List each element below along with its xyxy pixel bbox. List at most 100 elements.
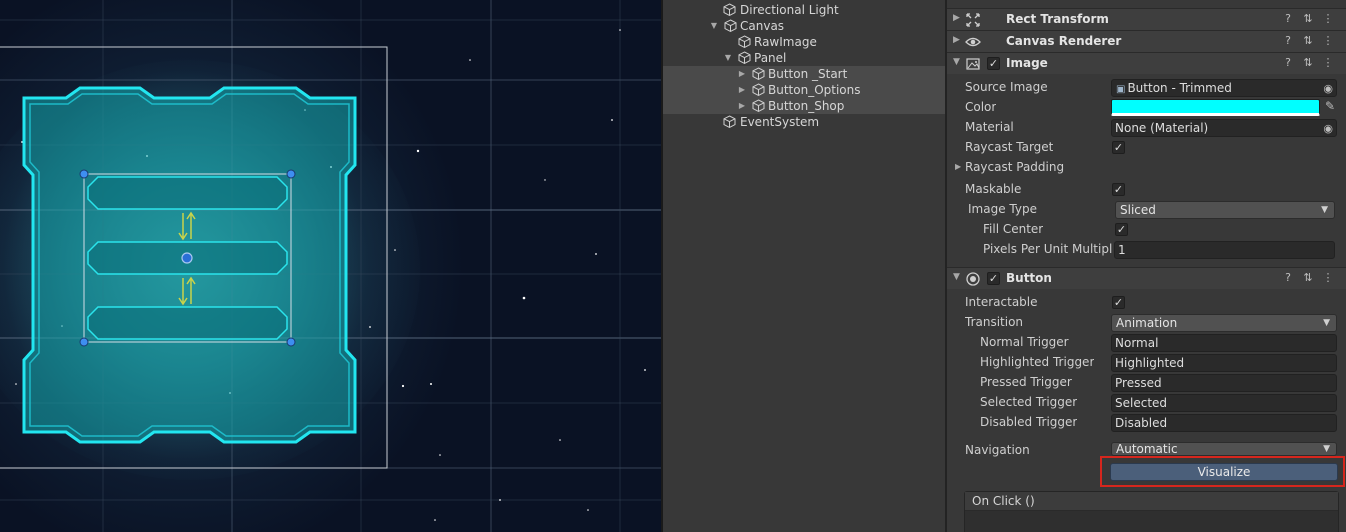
gameobject-cube-icon: [724, 19, 737, 32]
color-swatch[interactable]: [1111, 99, 1320, 116]
highlighted-trigger-input[interactable]: Highlighted: [1111, 354, 1337, 372]
collapse-arrow-icon[interactable]: ▶: [953, 35, 960, 45]
prop-label: Raycast Padding: [965, 160, 1065, 174]
prop-label: Selected Trigger: [980, 395, 1078, 409]
hierarchy-item-rawimage[interactable]: RawImage: [663, 34, 945, 50]
material-field[interactable]: None (Material) ◉: [1111, 119, 1337, 137]
object-picker-icon[interactable]: ◉: [1323, 81, 1333, 96]
collapse-arrow-icon[interactable]: ▶: [953, 13, 960, 23]
normal-trigger-input[interactable]: Normal: [1111, 334, 1337, 352]
prop-highlighted-trigger: Highlighted Trigger Highlighted: [947, 353, 1346, 373]
inspector-panel[interactable]: ▶ Rect Transform ? ⇅ ⋮ ▶ Canvas Renderer ?…: [947, 0, 1346, 532]
expand-arrow-icon[interactable]: ▼: [953, 272, 960, 282]
hierarchy-item-directional-light[interactable]: Directional Light: [663, 2, 945, 18]
on-click-event-list[interactable]: On Click (): [964, 491, 1339, 532]
gameobject-cube-icon: [752, 67, 765, 80]
hierarchy-item-panel[interactable]: ▼ Panel: [663, 50, 945, 66]
hierarchy-item-label: Canvas: [740, 19, 785, 33]
scene-canvas[interactable]: [0, 0, 661, 532]
raycast-target-checkbox[interactable]: ✓: [1112, 141, 1125, 154]
prop-raycast-target: Raycast Target ✓: [947, 138, 1346, 158]
scene-view[interactable]: [0, 0, 661, 532]
collapse-arrow-icon[interactable]: ▶: [955, 162, 961, 171]
component-header-canvas-renderer[interactable]: ▶ Canvas Renderer ? ⇅ ⋮: [947, 30, 1346, 52]
presets-icon[interactable]: ⇅: [1298, 56, 1318, 69]
hierarchy-item-label: Directional Light: [740, 3, 839, 17]
gameobject-cube-icon: [738, 35, 751, 48]
prop-fill-center: Fill Center ✓: [947, 220, 1346, 240]
transition-dropdown[interactable]: Animation ▼: [1111, 314, 1337, 332]
presets-icon[interactable]: ⇅: [1298, 12, 1318, 25]
hierarchy-item-label: Button_Shop: [768, 99, 845, 113]
kebab-menu-icon[interactable]: ⋮: [1318, 56, 1338, 69]
prop-label: Image Type: [968, 202, 1037, 216]
component-header-icons[interactable]: ? ⇅ ⋮: [1278, 12, 1338, 25]
expand-arrow-icon[interactable]: ▼: [709, 18, 719, 34]
collapse-arrow-icon[interactable]: ▶: [737, 98, 747, 114]
gameobject-cube-icon: [752, 83, 765, 96]
component-header-rect-transform[interactable]: ▶ Rect Transform ? ⇅ ⋮: [947, 8, 1346, 30]
gameobject-cube-icon: [738, 51, 751, 64]
hierarchy-item-button-start[interactable]: ▶ Button _Start: [663, 66, 945, 82]
collapse-arrow-icon[interactable]: ▶: [737, 82, 747, 98]
maskable-checkbox[interactable]: ✓: [1112, 183, 1125, 196]
image-enabled-checkbox[interactable]: ✓: [987, 57, 1000, 70]
pressed-trigger-input[interactable]: Pressed: [1111, 374, 1337, 392]
prop-source-image: Source Image ▣ Button - Trimmed ◉: [947, 78, 1346, 98]
component-header-image[interactable]: ▼ ✓ Image ? ⇅ ⋮: [947, 52, 1346, 74]
component-header-button[interactable]: ▼ ✓ Button ? ⇅ ⋮: [947, 267, 1346, 289]
on-click-header: On Click (): [965, 492, 1338, 511]
prop-selected-trigger: Selected Trigger Selected: [947, 393, 1346, 413]
fill-center-checkbox[interactable]: ✓: [1115, 223, 1128, 236]
prop-pressed-trigger: Pressed Trigger Pressed: [947, 373, 1346, 393]
help-icon[interactable]: ?: [1278, 56, 1298, 69]
hierarchy-item-button-options[interactable]: ▶ Button_Options: [663, 82, 945, 98]
prop-raycast-padding[interactable]: ▶ Raycast Padding: [947, 158, 1346, 178]
kebab-menu-icon[interactable]: ⋮: [1318, 12, 1338, 25]
component-title: Image: [1006, 56, 1048, 70]
hierarchy-item-canvas[interactable]: ▼ Canvas: [663, 18, 945, 34]
hierarchy-item-button-shop[interactable]: ▶ Button_Shop: [663, 98, 945, 114]
component-header-icons[interactable]: ? ⇅ ⋮: [1278, 34, 1338, 47]
button-enabled-checkbox[interactable]: ✓: [987, 272, 1000, 285]
kebab-menu-icon[interactable]: ⋮: [1318, 271, 1338, 284]
chevron-down-icon: ▼: [1323, 444, 1330, 454]
prop-pixels-per-unit: Pixels Per Unit Multiplie 1: [947, 240, 1346, 260]
prop-maskable: Maskable ✓: [947, 180, 1346, 200]
presets-icon[interactable]: ⇅: [1298, 34, 1318, 47]
dropdown-value: Sliced: [1120, 203, 1156, 217]
disabled-trigger-input[interactable]: Disabled: [1111, 414, 1337, 432]
component-header-icons[interactable]: ? ⇅ ⋮: [1278, 56, 1338, 69]
source-image-field[interactable]: ▣ Button - Trimmed ◉: [1111, 79, 1337, 97]
ppu-input[interactable]: 1: [1114, 241, 1335, 259]
expand-arrow-icon[interactable]: ▼: [723, 50, 733, 66]
expand-arrow-icon[interactable]: ▼: [953, 57, 960, 67]
collapse-arrow-icon[interactable]: ▶: [737, 66, 747, 82]
prop-label: Fill Center: [983, 222, 1044, 236]
button-shop-slot: [87, 306, 288, 340]
prop-label: Material: [965, 120, 1014, 134]
selected-trigger-input[interactable]: Selected: [1111, 394, 1337, 412]
help-icon[interactable]: ?: [1278, 271, 1298, 284]
interactable-checkbox[interactable]: ✓: [1112, 296, 1125, 309]
kebab-menu-icon[interactable]: ⋮: [1318, 34, 1338, 47]
hierarchy-panel[interactable]: Directional Light ▼ Canvas RawImage ▼ Pa…: [663, 0, 945, 532]
component-title: Rect Transform: [1006, 12, 1109, 26]
button-component-icon: [966, 272, 980, 286]
gameobject-cube-icon: [723, 115, 736, 128]
component-header-icons[interactable]: ? ⇅ ⋮: [1278, 271, 1338, 284]
eyedropper-icon[interactable]: ✎: [1325, 99, 1335, 113]
object-picker-icon[interactable]: ◉: [1323, 121, 1333, 136]
presets-icon[interactable]: ⇅: [1298, 271, 1318, 284]
pivot-handle[interactable]: [181, 252, 193, 264]
hierarchy-item-label: Panel: [754, 51, 787, 65]
hierarchy-item-eventsystem[interactable]: EventSystem: [663, 114, 945, 130]
prop-label: Transition: [965, 315, 1024, 329]
help-icon[interactable]: ?: [1278, 34, 1298, 47]
help-icon[interactable]: ?: [1278, 12, 1298, 25]
navigation-dropdown[interactable]: Automatic ▼: [1111, 442, 1337, 456]
image-type-dropdown[interactable]: Sliced ▼: [1115, 201, 1335, 219]
red-highlight-annotation: [1100, 456, 1345, 487]
prop-label: Normal Trigger: [980, 335, 1069, 349]
component-title: Canvas Renderer: [1006, 34, 1122, 48]
